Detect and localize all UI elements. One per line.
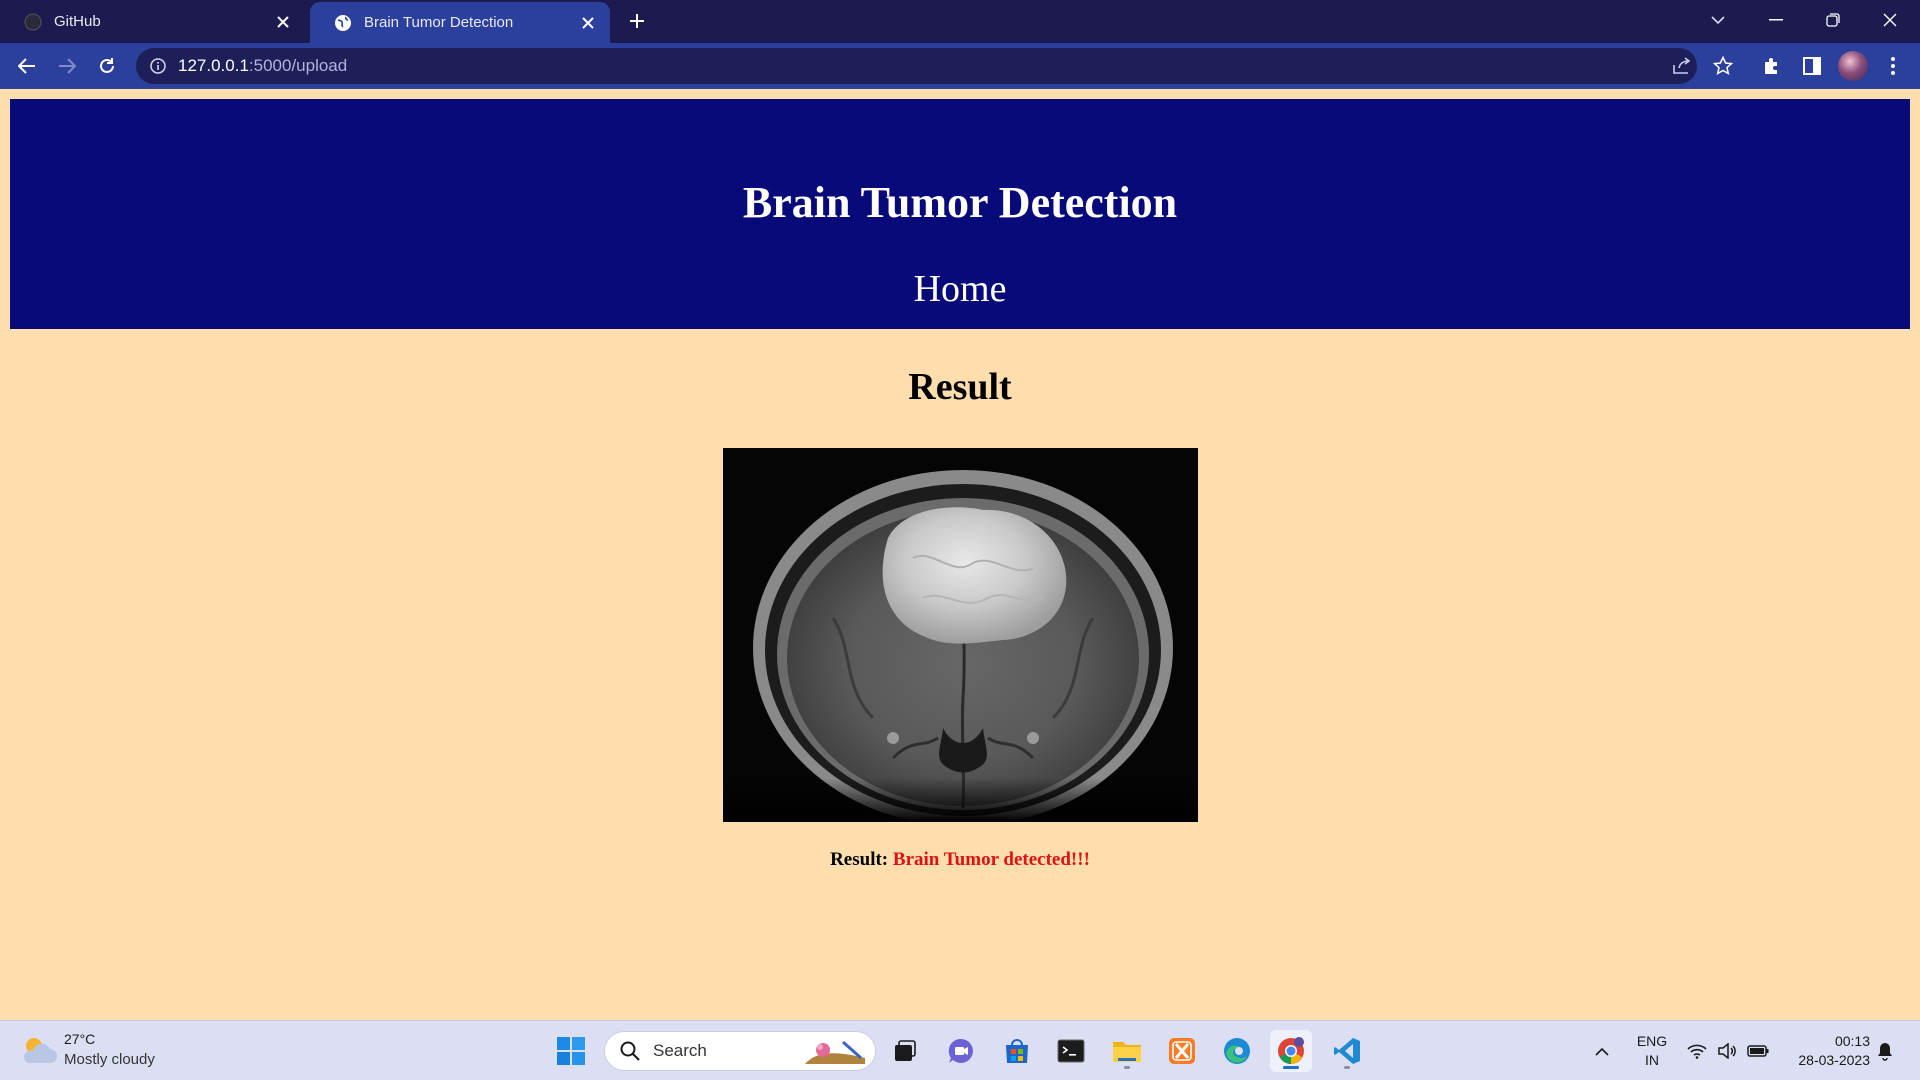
result-line: Result: Brain Tumor detected!!! xyxy=(0,849,1920,871)
search-placeholder: Search xyxy=(653,1041,707,1060)
vscode-icon[interactable] xyxy=(1326,1030,1368,1072)
result-label: Result: xyxy=(830,849,889,870)
taskbar-search-input[interactable]: Search xyxy=(604,1031,876,1071)
xampp-icon[interactable] xyxy=(1161,1030,1203,1072)
header-banner: Brain Tumor Detection Home xyxy=(10,99,1910,329)
browser-toolbar: 127.0.0.1:5000/upload xyxy=(0,43,1920,89)
tab-title: Brain Tumor Detection xyxy=(364,14,514,31)
battery-icon[interactable] xyxy=(1746,1021,1770,1080)
share-icon[interactable] xyxy=(1667,51,1697,81)
running-indicator xyxy=(1344,1066,1350,1069)
bookmark-star-icon[interactable] xyxy=(1708,51,1738,81)
weather-cloud-icon[interactable] xyxy=(20,1033,58,1069)
tab-title: GitHub xyxy=(54,13,101,30)
input-language[interactable]: ENG IN xyxy=(1632,1032,1672,1070)
back-icon[interactable] xyxy=(11,50,43,82)
url-text: 127.0.0.1:5000/upload xyxy=(178,56,347,76)
tab-search-chevron-icon[interactable] xyxy=(1690,0,1746,40)
system-clock[interactable]: 00:13 28-03-2023 xyxy=(1780,1032,1870,1070)
microsoft-store-icon[interactable] xyxy=(996,1030,1038,1072)
reload-icon[interactable] xyxy=(91,50,123,82)
windows-start-icon[interactable] xyxy=(550,1030,592,1072)
teams-chat-icon[interactable] xyxy=(940,1030,982,1072)
weather-desc[interactable]: Mostly cloudy xyxy=(64,1051,155,1068)
mri-scan-drawing xyxy=(723,448,1198,822)
file-explorer-icon[interactable] xyxy=(1106,1030,1148,1072)
clock-date: 28-03-2023 xyxy=(1798,1052,1870,1068)
wifi-icon[interactable] xyxy=(1686,1021,1708,1080)
new-tab-button[interactable] xyxy=(622,6,652,36)
notification-bell-icon[interactable] xyxy=(1872,1021,1898,1080)
site-title: Brain Tumor Detection xyxy=(742,178,1178,227)
forward-icon[interactable] xyxy=(51,50,83,82)
result-value: Brain Tumor detected!!! xyxy=(892,849,1090,870)
github-icon xyxy=(24,13,42,31)
page-content: Brain Tumor Detection Home Result Result… xyxy=(0,89,1920,1020)
mri-scan-image xyxy=(723,448,1198,822)
terminal-icon[interactable] xyxy=(1050,1030,1092,1072)
task-view-icon[interactable] xyxy=(884,1030,926,1072)
show-hidden-icons-chevron-icon[interactable] xyxy=(1592,1021,1612,1080)
close-window-icon[interactable] xyxy=(1862,0,1918,40)
weather-temp[interactable]: 27°C xyxy=(64,1031,95,1047)
nav-home-link[interactable]: Home xyxy=(10,267,1910,311)
side-panel-icon[interactable] xyxy=(1797,51,1827,81)
close-tab-icon[interactable] xyxy=(574,9,602,37)
tab-brain-tumor-detection[interactable]: Brain Tumor Detection xyxy=(310,2,610,43)
language-line-2: IN xyxy=(1645,1052,1659,1068)
running-indicator xyxy=(1124,1066,1130,1069)
search-icon xyxy=(617,1038,643,1064)
result-heading: Result xyxy=(908,366,1012,408)
tab-github[interactable]: GitHub xyxy=(0,0,305,43)
volume-icon[interactable] xyxy=(1716,1021,1738,1080)
active-indicator xyxy=(1283,1066,1299,1069)
site-info-icon[interactable] xyxy=(148,56,168,76)
clock-time: 00:13 xyxy=(1834,1033,1870,1049)
url-host: 127.0.0.1 xyxy=(178,56,249,75)
restore-icon[interactable] xyxy=(1805,0,1861,40)
language-line-1: ENG xyxy=(1636,1033,1668,1049)
search-highlight-art-icon xyxy=(803,1038,867,1066)
menu-icon[interactable] xyxy=(1878,51,1908,81)
minimize-icon[interactable] xyxy=(1748,0,1804,40)
extensions-icon[interactable] xyxy=(1757,51,1787,81)
tab-strip: GitHub Brain Tumor Detection xyxy=(0,0,1920,43)
address-bar[interactable]: 127.0.0.1:5000/upload xyxy=(136,48,1697,84)
profile-avatar[interactable] xyxy=(1838,51,1868,81)
chrome-icon[interactable] xyxy=(1270,1030,1312,1072)
url-path: :5000/upload xyxy=(248,56,348,75)
close-tab-icon[interactable] xyxy=(269,8,297,36)
edge-icon[interactable] xyxy=(1216,1030,1258,1072)
globe-icon xyxy=(334,14,352,32)
taskbar: 27°C Mostly cloudy Search ENG IN 00:13 2… xyxy=(0,1020,1920,1080)
